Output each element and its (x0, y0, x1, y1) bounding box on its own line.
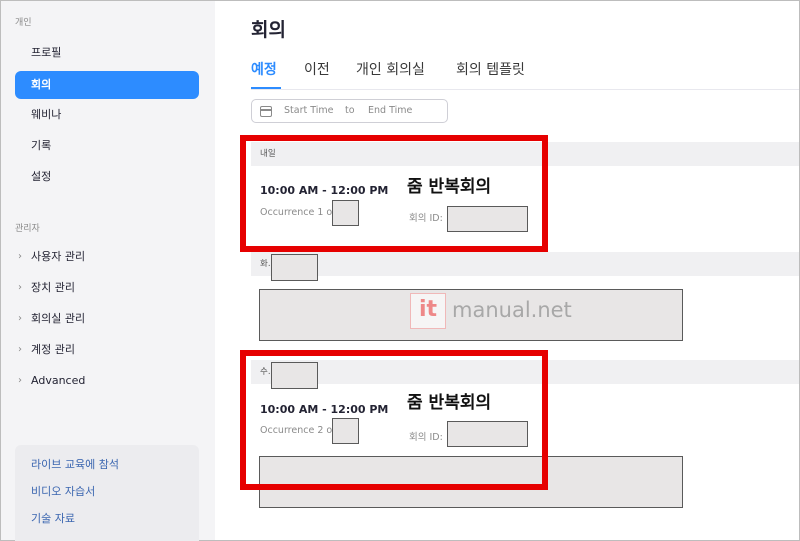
meeting-time: 10:00 AM - 12:00 PM (260, 403, 389, 416)
tab-upcoming[interactable]: 예정 (251, 59, 277, 79)
day-header-tuesday: 화. (251, 252, 799, 276)
meeting-item[interactable]: 10:00 AM - 12:00 PM Occurrence 2 of 회의 I… (251, 384, 799, 464)
calendar-icon (260, 106, 272, 117)
meeting-item[interactable]: 10:00 AM - 12:00 PM Occurrence 1 of 회의 I… (251, 166, 799, 246)
sidebar-item-label: 계정 관리 (31, 343, 75, 356)
chevron-right-icon: › (18, 282, 22, 293)
meeting-id-label: 회의 ID: (409, 432, 443, 443)
sidebar-section-admin: 관리자 (15, 224, 40, 234)
sidebar-item-recordings[interactable]: 기록 (15, 132, 199, 160)
chevron-right-icon: › (18, 251, 22, 262)
tab-previous[interactable]: 이전 (304, 59, 330, 79)
end-time-field[interactable]: End Time (368, 105, 412, 116)
sidebar-item-label: 회의실 관리 (31, 312, 86, 325)
link-live-training[interactable]: 라이브 교육에 참석 (31, 456, 119, 472)
day-header-wednesday: 수. (251, 360, 799, 384)
redacted-occurrence-count (332, 200, 359, 226)
chevron-right-icon: › (18, 375, 22, 386)
sidebar-item-label: 장치 관리 (31, 281, 75, 294)
day-header-label: 화. (260, 259, 271, 269)
chevron-right-icon: › (18, 344, 22, 355)
sidebar-item-room-management[interactable]: › 회의실 관리 (15, 305, 199, 333)
date-range-separator: to (345, 105, 355, 116)
sidebar-item-device-management[interactable]: › 장치 관리 (15, 274, 199, 302)
sidebar-item-advanced[interactable]: › Advanced (15, 367, 199, 395)
chevron-right-icon: › (18, 313, 22, 324)
tab-meeting-templates[interactable]: 회의 템플릿 (456, 59, 525, 79)
sidebar-item-settings[interactable]: 설정 (15, 163, 199, 191)
sidebar-item-profile[interactable]: 프로필 (15, 39, 199, 67)
sidebar-item-label: 사용자 관리 (31, 250, 86, 263)
sidebar-item-label: Advanced (31, 374, 86, 387)
sidebar-section-personal: 개인 (15, 18, 32, 28)
annotation-label: 줌 반복회의 (397, 175, 502, 199)
date-range-picker[interactable]: Start Time to End Time (251, 99, 448, 123)
meeting-time: 10:00 AM - 12:00 PM (260, 184, 389, 197)
redacted-meeting-details (259, 456, 683, 508)
watermark-logo: it (410, 293, 446, 329)
link-video-tutorials[interactable]: 비디오 자습서 (31, 483, 95, 499)
sidebar-item-account-management[interactable]: › 계정 관리 (15, 336, 199, 364)
day-header-tomorrow: 내일 (251, 142, 799, 166)
sidebar-item-user-management[interactable]: › 사용자 관리 (15, 243, 199, 271)
tab-divider (251, 89, 799, 90)
annotation-label: 줌 반복회의 (397, 391, 502, 415)
redacted-occurrence-count (332, 418, 359, 444)
watermark-text: manual.net (452, 298, 572, 322)
redacted-meeting-id (447, 206, 528, 232)
sidebar-item-meetings[interactable]: 회의 (15, 71, 199, 99)
link-knowledge-base[interactable]: 기술 자료 (31, 510, 75, 526)
main-content: 회의 예정 이전 개인 회의실 회의 템플릿 Start Time to End… (215, 1, 799, 540)
redacted-date (271, 254, 318, 281)
meeting-occurrence: Occurrence 1 of (260, 207, 336, 218)
meeting-occurrence: Occurrence 2 of (260, 425, 336, 436)
tab-personal-room[interactable]: 개인 회의실 (356, 59, 425, 79)
meeting-id-label: 회의 ID: (409, 213, 443, 224)
day-header-label: 수. (260, 367, 271, 377)
page-title: 회의 (251, 19, 286, 41)
sidebar-item-webinars[interactable]: 웨비나 (15, 101, 199, 129)
redacted-meeting-id (447, 421, 528, 447)
sidebar: 개인 프로필 회의 웨비나 기록 설정 관리자 › 사용자 관리 › 장치 관리… (1, 1, 215, 541)
start-time-field[interactable]: Start Time (284, 105, 333, 116)
sidebar-help-panel: 라이브 교육에 참석 비디오 자습서 기술 자료 (15, 445, 199, 541)
